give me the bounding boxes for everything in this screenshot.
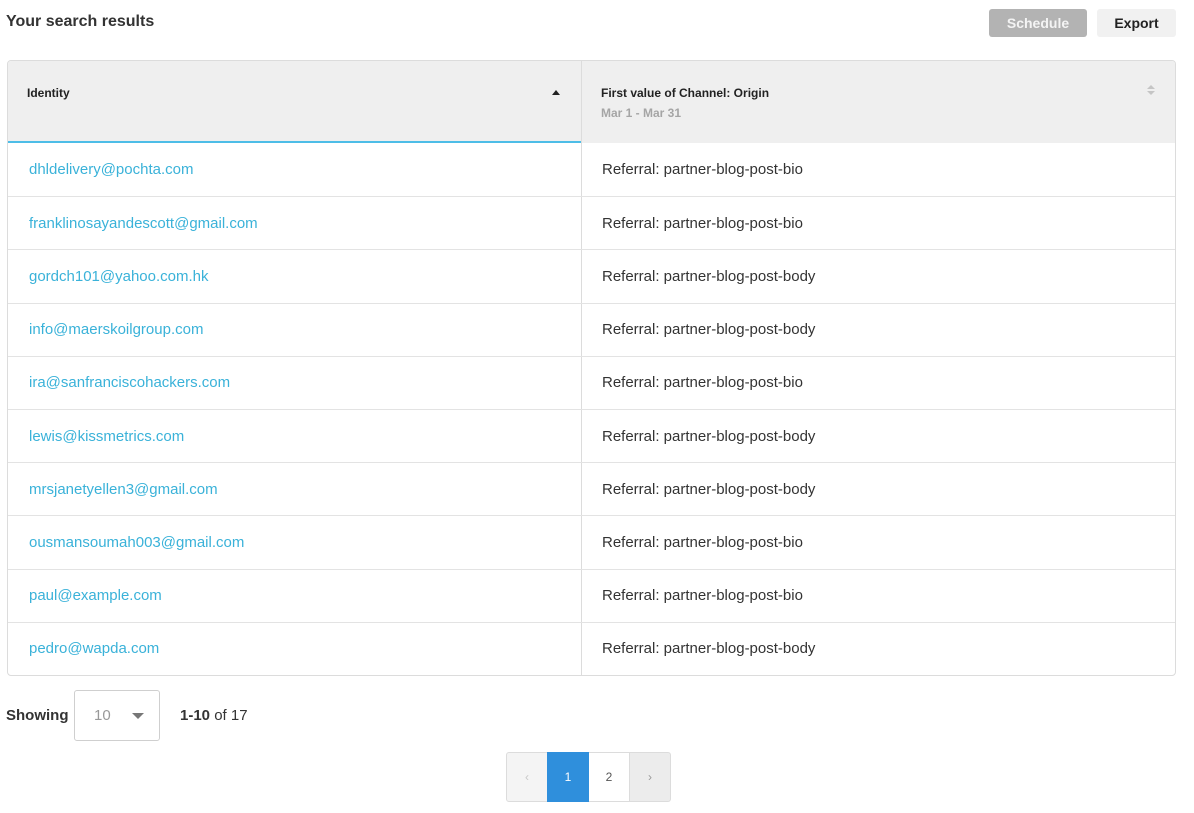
column-title: Identity	[27, 86, 70, 100]
identity-link[interactable]: dhldelivery@pochta.com	[8, 143, 581, 196]
channel-origin-value: Referral: partner-blog-post-bio	[581, 516, 1175, 569]
identity-link[interactable]: ousmansoumah003@gmail.com	[8, 516, 581, 568]
channel-origin-value: Referral: partner-blog-post-bio	[581, 569, 1175, 622]
column-date-range: Mar 1 - Mar 31	[601, 106, 682, 120]
column-header-channel-origin[interactable]: First value of Channel: Origin Mar 1 - M…	[581, 61, 1175, 143]
channel-origin-value: Referral: partner-blog-post-body	[581, 303, 1175, 356]
channel-origin-value: Referral: partner-blog-post-body	[581, 409, 1175, 463]
table-row: info@maerskoilgroup.com Referral: partne…	[8, 302, 1175, 356]
page-title: Your search results	[6, 13, 155, 30]
export-button[interactable]: Export	[1097, 9, 1176, 37]
identity-link[interactable]: paul@example.com	[8, 570, 581, 622]
sort-unsorted-icon[interactable]	[1147, 85, 1155, 99]
channel-origin-value: Referral: partner-blog-post-bio	[581, 143, 1175, 197]
table-row: gordch101@yahoo.com.hk Referral: partner…	[8, 249, 1175, 303]
table-row: ousmansoumah003@gmail.com Referral: part…	[8, 515, 1175, 569]
table-row: mrsjanetyellen3@gmail.com Referral: part…	[8, 462, 1175, 516]
channel-origin-value: Referral: partner-blog-post-body	[581, 463, 1175, 516]
identity-link[interactable]: info@maerskoilgroup.com	[8, 304, 581, 356]
table-row: paul@example.com Referral: partner-blog-…	[8, 568, 1175, 622]
table-row: pedro@wapda.com Referral: partner-blog-p…	[8, 621, 1175, 675]
identity-link[interactable]: mrsjanetyellen3@gmail.com	[8, 463, 581, 515]
sort-ascending-icon[interactable]	[552, 90, 560, 95]
channel-origin-value: Referral: partner-blog-post-bio	[581, 356, 1175, 409]
identity-link[interactable]: franklinosayandescott@gmail.com	[8, 197, 581, 249]
page-button-1[interactable]: 1	[547, 752, 589, 802]
identity-link[interactable]: lewis@kissmetrics.com	[8, 410, 581, 462]
next-page-button[interactable]: ›	[629, 752, 671, 802]
results-range: 1-10 of 17	[180, 707, 248, 724]
pagination: ‹ 1 2 ›	[506, 752, 671, 802]
table-row: ira@sanfranciscohackers.com Referral: pa…	[8, 355, 1175, 409]
per-page-select[interactable]: 10	[74, 690, 160, 741]
channel-origin-value: Referral: partner-blog-post-body	[581, 622, 1175, 675]
table-row: dhldelivery@pochta.com Referral: partner…	[8, 143, 1175, 197]
column-title: First value of Channel: Origin	[601, 86, 770, 100]
per-page-value: 10	[94, 707, 111, 724]
table-row: franklinosayandescott@gmail.com Referral…	[8, 196, 1175, 250]
channel-origin-value: Referral: partner-blog-post-body	[581, 250, 1175, 303]
results-table: Identity First value of Channel: Origin …	[7, 60, 1176, 676]
range-value: 1-10	[180, 707, 211, 724]
previous-page-button[interactable]: ‹	[506, 752, 548, 802]
channel-origin-value: Referral: partner-blog-post-bio	[581, 197, 1175, 250]
table-header: Identity First value of Channel: Origin …	[8, 61, 1175, 143]
column-header-identity[interactable]: Identity	[8, 61, 581, 143]
chevron-down-icon	[132, 713, 144, 719]
identity-link[interactable]: pedro@wapda.com	[8, 623, 581, 675]
table-row: lewis@kissmetrics.com Referral: partner-…	[8, 408, 1175, 463]
showing-label: Showing	[6, 707, 69, 724]
schedule-button[interactable]: Schedule	[989, 9, 1087, 37]
identity-link[interactable]: ira@sanfranciscohackers.com	[8, 357, 581, 409]
table-body: dhldelivery@pochta.com Referral: partner…	[8, 143, 1175, 675]
identity-link[interactable]: gordch101@yahoo.com.hk	[8, 250, 581, 302]
range-total: of 17	[210, 707, 248, 724]
page-button-2[interactable]: 2	[588, 752, 630, 802]
